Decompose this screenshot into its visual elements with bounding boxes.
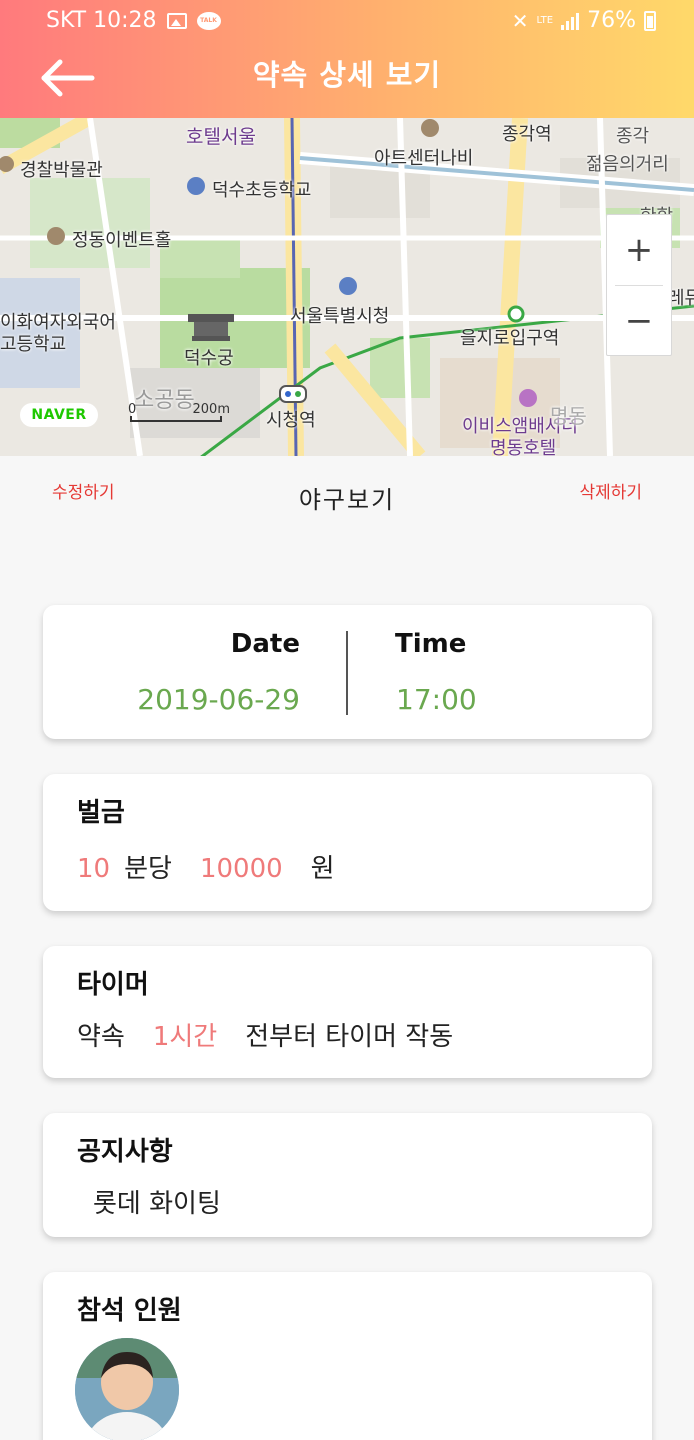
attendees-card: 참석 인원 bbox=[43, 1272, 652, 1440]
timer-row: 약속 1시간 전부터 타이머 작동 bbox=[77, 1016, 453, 1053]
gallery-icon bbox=[166, 12, 187, 29]
map-label-jeongdong-event: 정동이벤트홀 bbox=[72, 230, 172, 251]
date-label: Date bbox=[230, 629, 300, 659]
zoom-in-button[interactable]: + bbox=[607, 215, 671, 285]
zoom-control: + − bbox=[606, 214, 672, 356]
map-label-police-museum: 경찰박물관 bbox=[20, 160, 103, 181]
penalty-card: 벌금 10 분당 10000 원 bbox=[43, 774, 652, 911]
penalty-per: 분당 bbox=[124, 854, 172, 884]
battery-percent: 76% bbox=[587, 8, 636, 33]
naver-logo: NAVER bbox=[20, 403, 98, 427]
mute-icon: ✕ bbox=[511, 8, 529, 33]
notice-heading: 공지사항 bbox=[77, 1137, 173, 1167]
map-label-hotel-seoul: 호텔서울 bbox=[186, 126, 256, 148]
location-map[interactable]: 호텔서울 종각역 아트센터나비 종각 젊음의거리 한학 경찰박물관 덕수초등학교… bbox=[0, 118, 694, 456]
scale-zero: 0 bbox=[128, 402, 137, 417]
network-type: LTE bbox=[536, 14, 554, 26]
avatar[interactable] bbox=[75, 1338, 179, 1440]
talk-icon: TALK bbox=[196, 11, 221, 30]
status-bar: SKT 10:28 TALK ✕ LTE 76% bbox=[0, 0, 694, 42]
zoom-out-button[interactable]: − bbox=[607, 286, 671, 356]
app-header: SKT 10:28 TALK ✕ LTE 76% 약속 상세 보기 bbox=[0, 0, 694, 118]
map-label-myeongdong: 명동 bbox=[550, 404, 587, 428]
status-right: ✕ LTE 76% bbox=[512, 8, 656, 33]
time-value: 17:00 bbox=[396, 683, 477, 716]
map-label-jonggak-street-2: 젊음의거리 bbox=[586, 154, 669, 175]
map-label-ibis-2: 명동호텔 bbox=[490, 438, 557, 456]
penalty-row: 10 분당 10000 원 bbox=[77, 848, 335, 885]
map-label-deoksugung: 덕수궁 bbox=[184, 348, 234, 369]
scale-bar bbox=[130, 416, 222, 422]
attendees-heading: 참석 인원 bbox=[77, 1296, 182, 1326]
notice-text: 롯데 화이팅 bbox=[93, 1189, 221, 1219]
map-label-jonggak-street: 종각 bbox=[616, 126, 650, 147]
carrier-time: SKT 10:28 bbox=[46, 8, 157, 33]
delete-button[interactable]: 삭제하기 bbox=[579, 478, 642, 503]
avatar-image bbox=[75, 1338, 179, 1440]
map-label-jonggak-station: 종각역 bbox=[502, 124, 552, 145]
time-label: Time bbox=[395, 629, 467, 659]
timer-duration: 1시간 bbox=[152, 1022, 218, 1052]
page-title: 약속 상세 보기 bbox=[252, 58, 442, 92]
map-label-seoul-cityhall: 서울특별시청 bbox=[290, 306, 390, 327]
timer-suffix: 전부터 타이머 작동 bbox=[245, 1022, 454, 1052]
scale-label: 200m bbox=[192, 402, 230, 417]
battery-icon bbox=[644, 10, 656, 31]
map-label-euljiro-station: 을지로입구역 bbox=[460, 328, 560, 349]
penalty-heading: 벌금 bbox=[77, 798, 125, 828]
map-label-ewha-2: 고등학교 bbox=[0, 334, 67, 355]
penalty-amount: 10000 bbox=[199, 854, 283, 884]
map-label-cityhall-station: 시청역 bbox=[266, 410, 316, 431]
datetime-card: Date 2019-06-29 Time 17:00 bbox=[43, 605, 652, 739]
timer-heading: 타이머 bbox=[77, 970, 149, 1000]
map-label-deoksu-school: 덕수초등학교 bbox=[212, 180, 312, 201]
timer-card: 타이머 약속 1시간 전부터 타이머 작동 bbox=[43, 946, 652, 1078]
map-label-art-center: 아트센터나비 bbox=[374, 148, 474, 169]
timer-prefix: 약속 bbox=[77, 1022, 125, 1052]
status-left: SKT 10:28 TALK bbox=[46, 8, 221, 33]
penalty-minutes: 10 bbox=[77, 854, 111, 884]
signal-icon bbox=[561, 12, 580, 30]
map-scale: 0 200m bbox=[128, 402, 230, 424]
penalty-unit: 원 bbox=[310, 854, 335, 884]
date-value: 2019-06-29 bbox=[137, 683, 300, 716]
datetime-divider bbox=[346, 631, 348, 715]
notice-card: 공지사항 롯데 화이팅 bbox=[43, 1113, 652, 1237]
